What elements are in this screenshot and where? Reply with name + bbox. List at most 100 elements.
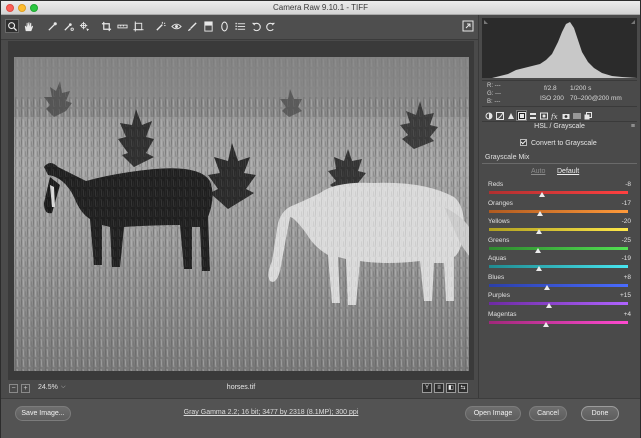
cancel-button[interactable]: Cancel	[529, 406, 567, 421]
b-value: ---	[494, 99, 501, 105]
lens-corrections-tab-icon[interactable]	[539, 111, 548, 120]
slider-track[interactable]	[489, 209, 628, 213]
copy-settings-button[interactable]: ◧	[446, 383, 456, 393]
color-sampler-tool-icon[interactable]	[61, 19, 75, 33]
b-label: B:	[487, 99, 493, 105]
basic-tab-icon[interactable]	[484, 111, 493, 120]
slider-magentas[interactable]: Magentas +4	[487, 311, 632, 331]
slider-track[interactable]	[489, 265, 628, 268]
slider-track[interactable]	[489, 302, 628, 305]
convert-to-grayscale-label: Convert to Grayscale	[531, 140, 597, 147]
adjustment-brush-icon[interactable]	[185, 19, 199, 33]
checkbox-checked-icon[interactable]	[520, 139, 527, 146]
slider-oranges[interactable]: Oranges -17	[487, 200, 632, 220]
aperture: f/2.8	[544, 85, 557, 92]
divider	[482, 163, 637, 164]
toggle-settings-button[interactable]: ⇆	[458, 383, 468, 393]
preview-image[interactable]	[14, 57, 469, 371]
open-image-button[interactable]: Open Image	[465, 406, 521, 421]
crop-tool-icon[interactable]	[99, 19, 113, 33]
open-preferences-icon[interactable]	[233, 19, 247, 33]
g-value: ---	[495, 91, 502, 97]
slider-label: Yellows	[488, 218, 510, 225]
slider-value[interactable]: +4	[624, 311, 631, 318]
slider-track[interactable]	[489, 228, 628, 231]
svg-text:fx: fx	[551, 113, 558, 120]
slider-label: Greens	[488, 236, 510, 244]
slider-value[interactable]: -25	[622, 237, 631, 244]
slider-value[interactable]: -17	[622, 200, 631, 207]
full-screen-toggle-icon[interactable]	[462, 20, 474, 32]
tool-bar	[1, 15, 478, 40]
slider-aquas[interactable]: Aquas -19	[487, 255, 632, 275]
hand-tool-icon[interactable]	[21, 19, 35, 33]
slider-thumb[interactable]	[536, 266, 543, 271]
slider-yellows[interactable]: Yellows -20	[487, 218, 632, 238]
slider-thumb[interactable]	[536, 210, 543, 216]
slider-track[interactable]	[489, 320, 628, 324]
red-eye-removal-tool-icon[interactable]	[169, 19, 183, 33]
slider-thumb[interactable]	[536, 229, 543, 234]
save-image-button[interactable]: Save Image...	[15, 406, 71, 421]
default-link[interactable]: Default	[557, 168, 579, 175]
straighten-tool-icon[interactable]	[115, 19, 129, 33]
split-toning-tab-icon[interactable]	[528, 111, 537, 120]
targeted-adjustment-tool-icon[interactable]	[77, 19, 91, 33]
spot-removal-tool-icon[interactable]	[153, 19, 167, 33]
camera-calibration-tab-icon[interactable]	[561, 111, 570, 120]
workflow-options-link[interactable]: Gray Gamma 2.2; 16 bit; 3477 by 2318 (8.…	[161, 409, 381, 416]
r-label: R:	[487, 83, 493, 89]
slider-blues[interactable]: Blues +8	[487, 274, 632, 294]
slider-label: Aquas	[488, 255, 507, 262]
presets-tab-icon[interactable]	[572, 111, 581, 120]
slider-value[interactable]: +8	[624, 274, 631, 281]
slider-value[interactable]: +15	[620, 292, 631, 299]
white-balance-tool-icon[interactable]	[45, 19, 59, 33]
g-label: G:	[487, 91, 494, 97]
rotate-right-icon[interactable]	[263, 19, 277, 33]
auto-link[interactable]: Auto	[531, 168, 545, 175]
convert-to-grayscale-checkbox[interactable]: Convert to Grayscale	[520, 139, 597, 147]
image-info: R: --- G: --- B: --- f/2.8 1/200 s ISO 2…	[482, 80, 637, 107]
grayscale-mix-label: Grayscale Mix	[485, 154, 530, 161]
graduated-filter-icon[interactable]	[201, 19, 215, 33]
radial-filter-icon[interactable]	[217, 19, 231, 33]
slider-reds[interactable]: Reds -8	[487, 181, 632, 201]
snapshots-tab-icon[interactable]	[583, 111, 592, 120]
slider-value[interactable]: -19	[622, 255, 631, 262]
shutter-speed: 1/200 s	[570, 85, 592, 92]
lens: 70–200@200 mm	[570, 95, 622, 102]
slider-thumb[interactable]	[539, 192, 546, 197]
histogram	[482, 18, 637, 78]
slider-track[interactable]	[489, 246, 628, 250]
swap-settings-button[interactable]: ≡	[434, 383, 444, 393]
hsl-grayscale-tab-icon[interactable]	[516, 110, 527, 121]
slider-purples[interactable]: Purples +15	[487, 292, 632, 312]
slider-thumb[interactable]	[534, 247, 541, 253]
slider-value[interactable]: -20	[622, 218, 631, 225]
panel-tabs: fx	[482, 109, 637, 122]
slider-label: Reds	[488, 181, 504, 188]
title-bar: Camera Raw 9.10.1 - TIFF	[1, 1, 640, 15]
slider-value[interactable]: -8	[625, 181, 631, 188]
effects-tab-icon[interactable]: fx	[550, 111, 559, 120]
slider-greens[interactable]: Greens -25	[487, 237, 632, 257]
slider-thumb[interactable]	[543, 284, 550, 290]
file-name: horses.tif	[226, 384, 256, 391]
transform-tool-icon[interactable]	[131, 19, 145, 33]
image-preview-area[interactable]	[8, 41, 474, 380]
rotate-left-icon[interactable]	[249, 19, 263, 33]
slider-thumb[interactable]	[545, 303, 552, 308]
detail-tab-icon[interactable]	[506, 111, 515, 120]
cycle-view-button[interactable]: Y	[422, 383, 432, 393]
panel-menu-icon[interactable]: ≡	[631, 123, 635, 130]
zoom-tool-icon[interactable]	[5, 19, 19, 33]
window-title: Camera Raw 9.10.1 - TIFF	[273, 3, 368, 12]
tone-curve-tab-icon[interactable]	[495, 111, 504, 120]
slider-track[interactable]	[489, 191, 628, 194]
done-button[interactable]: Done	[581, 406, 619, 421]
iso: ISO 200	[540, 95, 564, 102]
r-value: ---	[494, 83, 501, 89]
slider-track[interactable]	[489, 283, 628, 287]
slider-thumb[interactable]	[542, 321, 549, 327]
